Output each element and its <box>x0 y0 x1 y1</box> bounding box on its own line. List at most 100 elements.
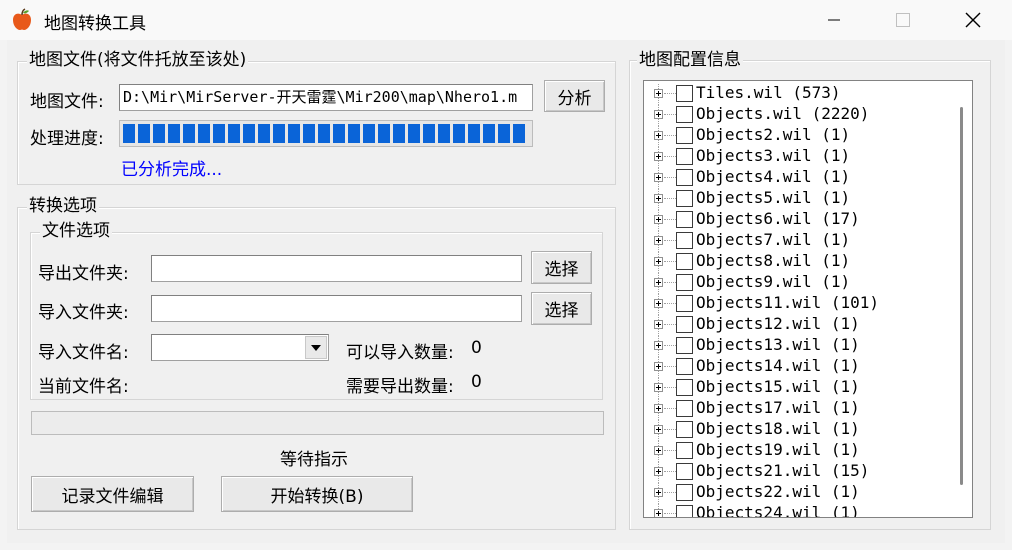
tree-node[interactable]: Objects19.wil (1) <box>644 440 954 462</box>
tree-scrollbar-thumb[interactable] <box>960 107 963 485</box>
node-checkbox[interactable] <box>676 484 693 501</box>
progress-segment <box>243 124 255 143</box>
node-checkbox[interactable] <box>676 337 693 354</box>
tree-line <box>664 282 676 283</box>
node-checkbox[interactable] <box>676 127 693 144</box>
tree-line <box>664 114 676 115</box>
expand-icon[interactable] <box>654 215 663 224</box>
map-file-legend: 地图文件(将文件托放至该处) <box>27 50 249 70</box>
tree-node[interactable]: Objects12.wil (1) <box>644 314 954 336</box>
select-import-folder-button[interactable]: 选择 <box>531 292 592 325</box>
tree-node[interactable]: Objects15.wil (1) <box>644 377 954 399</box>
node-label: Objects22.wil (1) <box>696 482 860 501</box>
node-label: Objects17.wil (1) <box>696 398 860 417</box>
tree-node[interactable]: Objects.wil (2220) <box>644 104 954 126</box>
node-checkbox[interactable] <box>676 358 693 375</box>
node-label: Tiles.wil (573) <box>696 83 841 102</box>
node-checkbox[interactable] <box>676 106 693 123</box>
expand-icon[interactable] <box>654 194 663 203</box>
node-checkbox[interactable] <box>676 190 693 207</box>
import-filename-select[interactable] <box>151 334 329 361</box>
tree-node[interactable]: Objects3.wil (1) <box>644 146 954 168</box>
expand-icon[interactable] <box>654 446 663 455</box>
expand-icon[interactable] <box>654 236 663 245</box>
title-bar: 地图转换工具 <box>0 0 1012 40</box>
expand-icon[interactable] <box>654 173 663 182</box>
tree-node[interactable]: Objects8.wil (1) <box>644 251 954 273</box>
tree-node[interactable]: Objects13.wil (1) <box>644 335 954 357</box>
expand-icon[interactable] <box>654 404 663 413</box>
select-export-folder-button[interactable]: 选择 <box>531 251 592 284</box>
tree-line <box>658 434 659 441</box>
analyze-button[interactable]: 分析 <box>544 80 605 112</box>
node-checkbox[interactable] <box>676 316 693 333</box>
minimize-button[interactable] <box>811 0 857 40</box>
expand-icon[interactable] <box>654 278 663 287</box>
node-checkbox[interactable] <box>676 274 693 291</box>
expand-icon[interactable] <box>654 425 663 434</box>
export-folder-input[interactable] <box>151 255 522 282</box>
progress-segment <box>513 124 525 143</box>
tree-line <box>658 371 659 378</box>
node-label: Objects24.wil (1) <box>696 503 860 518</box>
tree-node[interactable]: Objects4.wil (1) <box>644 167 954 189</box>
expand-icon[interactable] <box>654 110 663 119</box>
tree-node[interactable]: Objects2.wil (1) <box>644 125 954 147</box>
expand-icon[interactable] <box>654 509 663 517</box>
progress-segment <box>168 124 180 143</box>
progress-segment <box>288 124 300 143</box>
expand-icon[interactable] <box>654 362 663 371</box>
node-checkbox[interactable] <box>676 211 693 228</box>
close-button[interactable] <box>950 0 996 40</box>
expand-icon[interactable] <box>654 152 663 161</box>
node-checkbox[interactable] <box>676 379 693 396</box>
tree-node[interactable]: Objects22.wil (1) <box>644 482 954 504</box>
import-folder-input[interactable] <box>151 295 522 322</box>
node-checkbox[interactable] <box>676 85 693 102</box>
node-checkbox[interactable] <box>676 253 693 270</box>
expand-icon[interactable] <box>654 341 663 350</box>
map-file-input[interactable]: D:\Mir\MirServer-开天雷霆\Mir200\map\Nhero1.… <box>119 84 533 111</box>
expand-icon[interactable] <box>654 383 663 392</box>
node-checkbox[interactable] <box>676 463 693 480</box>
node-checkbox[interactable] <box>676 400 693 417</box>
tree-node[interactable]: Objects24.wil (1) <box>644 503 954 518</box>
node-checkbox[interactable] <box>676 442 693 459</box>
expand-icon[interactable] <box>654 299 663 308</box>
node-checkbox[interactable] <box>676 148 693 165</box>
edit-log-button[interactable]: 记录文件编辑 <box>31 476 194 512</box>
tree-node[interactable]: Objects14.wil (1) <box>644 356 954 378</box>
node-checkbox[interactable] <box>676 169 693 186</box>
node-checkbox[interactable] <box>676 421 693 438</box>
expand-icon[interactable] <box>654 257 663 266</box>
current-filename-label: 当前文件名: <box>38 377 129 397</box>
node-checkbox[interactable] <box>676 295 693 312</box>
config-tree[interactable]: Tiles.wil (573) Objects.wil (2220) Objects… <box>643 80 973 518</box>
progress-segment <box>303 124 315 143</box>
start-convert-button[interactable]: 开始转换(B) <box>221 476 413 512</box>
expand-icon[interactable] <box>654 89 663 98</box>
maximize-icon <box>896 13 910 27</box>
dropdown-button[interactable] <box>305 336 327 359</box>
tree-node[interactable]: Objects5.wil (1) <box>644 188 954 210</box>
progress-segment <box>213 124 225 143</box>
expand-icon[interactable] <box>654 467 663 476</box>
node-checkbox[interactable] <box>676 505 693 517</box>
tree-node[interactable]: Objects17.wil (1) <box>644 398 954 420</box>
node-label: Objects15.wil (1) <box>696 377 860 396</box>
tree-node[interactable]: Objects9.wil (1) <box>644 272 954 294</box>
tree-node[interactable]: Objects21.wil (15) <box>644 461 954 483</box>
tree-node[interactable]: Objects18.wil (1) <box>644 419 954 441</box>
expand-icon[interactable] <box>654 488 663 497</box>
tree-node[interactable]: Objects7.wil (1) <box>644 230 954 252</box>
tree-node[interactable]: Objects6.wil (17) <box>644 209 954 231</box>
expand-icon[interactable] <box>654 131 663 140</box>
node-label: Objects5.wil (1) <box>696 188 851 207</box>
tree-node[interactable]: Tiles.wil (573) <box>644 83 954 105</box>
tree-node[interactable]: Objects11.wil (101) <box>644 293 954 315</box>
node-label: Objects21.wil (15) <box>696 461 870 480</box>
expand-icon[interactable] <box>654 320 663 329</box>
node-checkbox[interactable] <box>676 232 693 249</box>
node-label: Objects3.wil (1) <box>696 146 851 165</box>
progress-segment <box>153 124 165 143</box>
